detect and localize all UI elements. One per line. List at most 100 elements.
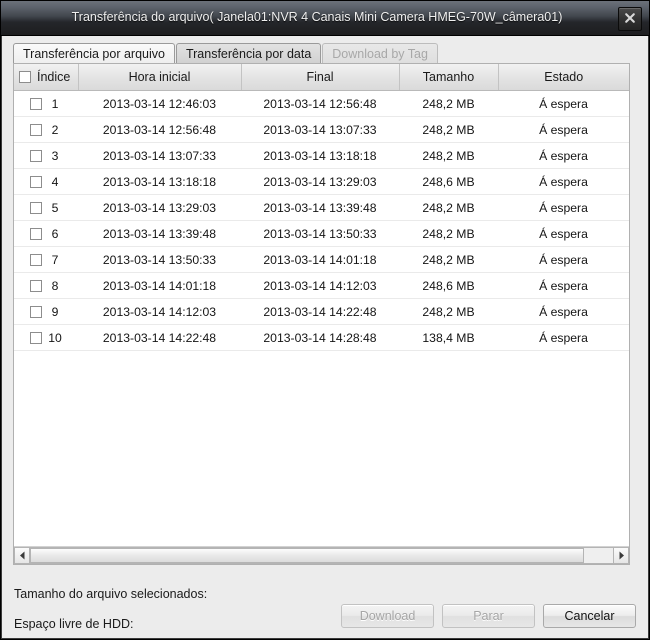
column-header-state[interactable]: Estado — [498, 64, 629, 91]
row-start-time: 2013-03-14 14:01:18 — [78, 272, 241, 299]
row-end-time: 2013-03-14 13:39:48 — [241, 194, 399, 221]
table-row[interactable]: 4 2013-03-14 13:18:18 2013-03-14 13:29:0… — [14, 168, 629, 195]
column-header-index[interactable]: Índice — [14, 64, 79, 91]
caret-left-icon — [19, 551, 24, 560]
select-all-checkbox[interactable] — [19, 71, 31, 83]
row-state: Á espera — [498, 90, 629, 117]
row-index-cell: 6 — [14, 220, 78, 247]
row-index-cell: 3 — [14, 142, 78, 169]
row-state: Á espera — [498, 142, 629, 169]
title-bar: Transferência do arquivo( Janela01:NVR 4… — [1, 1, 649, 36]
table-row[interactable]: 2 2013-03-14 12:56:48 2013-03-14 13:07:3… — [14, 116, 629, 143]
close-icon — [625, 13, 635, 23]
selected-file-size-label: Tamanho do arquivo selecionados: — [14, 587, 208, 601]
row-end-time: 2013-03-14 13:50:33 — [241, 220, 399, 247]
file-download-dialog: Transferência do arquivo( Janela01:NVR 4… — [0, 0, 650, 640]
row-size: 248,6 MB — [399, 168, 498, 195]
table-row[interactable]: 5 2013-03-14 13:29:03 2013-03-14 13:39:4… — [14, 194, 629, 221]
row-start-time: 2013-03-14 13:50:33 — [78, 246, 241, 273]
horizontal-scrollbar[interactable] — [14, 546, 629, 564]
table-row[interactable]: 7 2013-03-14 13:50:33 2013-03-14 14:01:1… — [14, 246, 629, 273]
table-row[interactable]: 8 2013-03-14 14:01:18 2013-03-14 14:12:0… — [14, 272, 629, 299]
row-size: 248,2 MB — [399, 246, 498, 273]
row-index-label: 4 — [51, 174, 59, 189]
row-index-label: 1 — [51, 96, 59, 111]
row-state: Á espera — [498, 116, 629, 143]
tab-transferencia-por-data[interactable]: Transferência por data — [175, 43, 322, 64]
row-state: Á espera — [498, 246, 629, 273]
row-index-cell: 2 — [14, 116, 78, 143]
caret-right-icon — [619, 551, 624, 560]
row-size: 138,4 MB — [399, 324, 498, 351]
file-list-panel: Índice Hora inicial Final Tamanho Estado… — [13, 63, 630, 565]
row-checkbox[interactable] — [30, 331, 42, 344]
row-size: 248,2 MB — [399, 298, 498, 325]
tab-strip: Transferência por arquivo Transferência … — [2, 42, 439, 64]
row-end-time: 2013-03-14 14:12:03 — [241, 272, 399, 299]
row-index-cell: 9 — [14, 298, 78, 325]
row-state: Á espera — [498, 220, 629, 247]
row-state: Á espera — [498, 194, 629, 221]
row-state: Á espera — [498, 272, 629, 299]
cancel-button[interactable]: Cancelar — [543, 604, 636, 628]
row-checkbox[interactable] — [30, 149, 42, 162]
row-checkbox[interactable] — [30, 253, 42, 266]
row-end-time: 2013-03-14 14:22:48 — [241, 298, 399, 325]
row-index-cell: 8 — [14, 272, 78, 299]
row-index-label: 6 — [51, 226, 59, 241]
table-row[interactable]: 1 2013-03-14 12:46:03 2013-03-14 12:56:4… — [14, 90, 629, 117]
row-checkbox[interactable] — [30, 123, 42, 136]
row-index-label: 9 — [51, 304, 59, 319]
row-end-time: 2013-03-14 12:56:48 — [241, 90, 399, 117]
row-start-time: 2013-03-14 13:39:48 — [78, 220, 241, 247]
table-row[interactable]: 10 2013-03-14 14:22:48 2013-03-14 14:28:… — [14, 324, 629, 351]
row-end-time: 2013-03-14 13:29:03 — [241, 168, 399, 195]
row-checkbox[interactable] — [30, 305, 42, 318]
row-end-time: 2013-03-14 13:18:18 — [241, 142, 399, 169]
row-start-time: 2013-03-14 12:46:03 — [78, 90, 241, 117]
scrollbar-thumb[interactable] — [30, 548, 584, 563]
row-index-label: 3 — [51, 148, 59, 163]
row-size: 248,2 MB — [399, 116, 498, 143]
row-checkbox[interactable] — [30, 279, 42, 292]
table-row[interactable]: 3 2013-03-14 13:07:33 2013-03-14 13:18:1… — [14, 142, 629, 169]
row-index-label: 10 — [48, 330, 62, 345]
row-index-label: 8 — [51, 278, 59, 293]
row-checkbox[interactable] — [30, 227, 42, 240]
row-size: 248,2 MB — [399, 142, 498, 169]
table-row[interactable]: 6 2013-03-14 13:39:48 2013-03-14 13:50:3… — [14, 220, 629, 247]
tab-transferencia-por-arquivo[interactable]: Transferência por arquivo — [13, 43, 175, 64]
column-header-start-time[interactable]: Hora inicial — [78, 64, 242, 91]
close-button[interactable] — [618, 7, 642, 31]
dialog-title: Transferência do arquivo( Janela01:NVR 4… — [71, 10, 563, 24]
row-index-cell: 7 — [14, 246, 78, 273]
table-row[interactable]: 9 2013-03-14 14:12:03 2013-03-14 14:22:4… — [14, 298, 629, 325]
row-index-cell: 10 — [14, 324, 78, 351]
button-bar: Download Parar Cancelar — [341, 604, 636, 628]
column-header-size[interactable]: Tamanho — [399, 64, 499, 91]
row-end-time: 2013-03-14 14:28:48 — [241, 324, 399, 351]
row-checkbox[interactable] — [30, 97, 42, 110]
row-size: 248,2 MB — [399, 220, 498, 247]
column-header-end-time[interactable]: Final — [241, 64, 400, 91]
row-end-time: 2013-03-14 13:07:33 — [241, 116, 399, 143]
row-start-time: 2013-03-14 12:56:48 — [78, 116, 241, 143]
row-size: 248,6 MB — [399, 272, 498, 299]
row-state: Á espera — [498, 298, 629, 325]
row-index-label: 7 — [51, 252, 59, 267]
row-checkbox[interactable] — [30, 201, 42, 214]
row-size: 248,2 MB — [399, 194, 498, 221]
scrollbar-track[interactable] — [30, 547, 613, 564]
scroll-left-button[interactable] — [14, 547, 30, 564]
tab-download-by-tag: Download by Tag — [322, 43, 438, 64]
row-start-time: 2013-03-14 14:22:48 — [78, 324, 241, 351]
row-size: 248,2 MB — [399, 90, 498, 117]
file-list-scroll-area: Índice Hora inicial Final Tamanho Estado… — [14, 64, 629, 547]
row-checkbox[interactable] — [30, 175, 42, 188]
row-index-label: 2 — [51, 122, 59, 137]
table-header-row: Índice Hora inicial Final Tamanho Estado — [14, 64, 629, 91]
column-header-index-label: Índice — [37, 70, 71, 84]
row-start-time: 2013-03-14 13:29:03 — [78, 194, 241, 221]
scroll-right-button[interactable] — [613, 547, 629, 564]
stop-button: Parar — [442, 604, 535, 628]
